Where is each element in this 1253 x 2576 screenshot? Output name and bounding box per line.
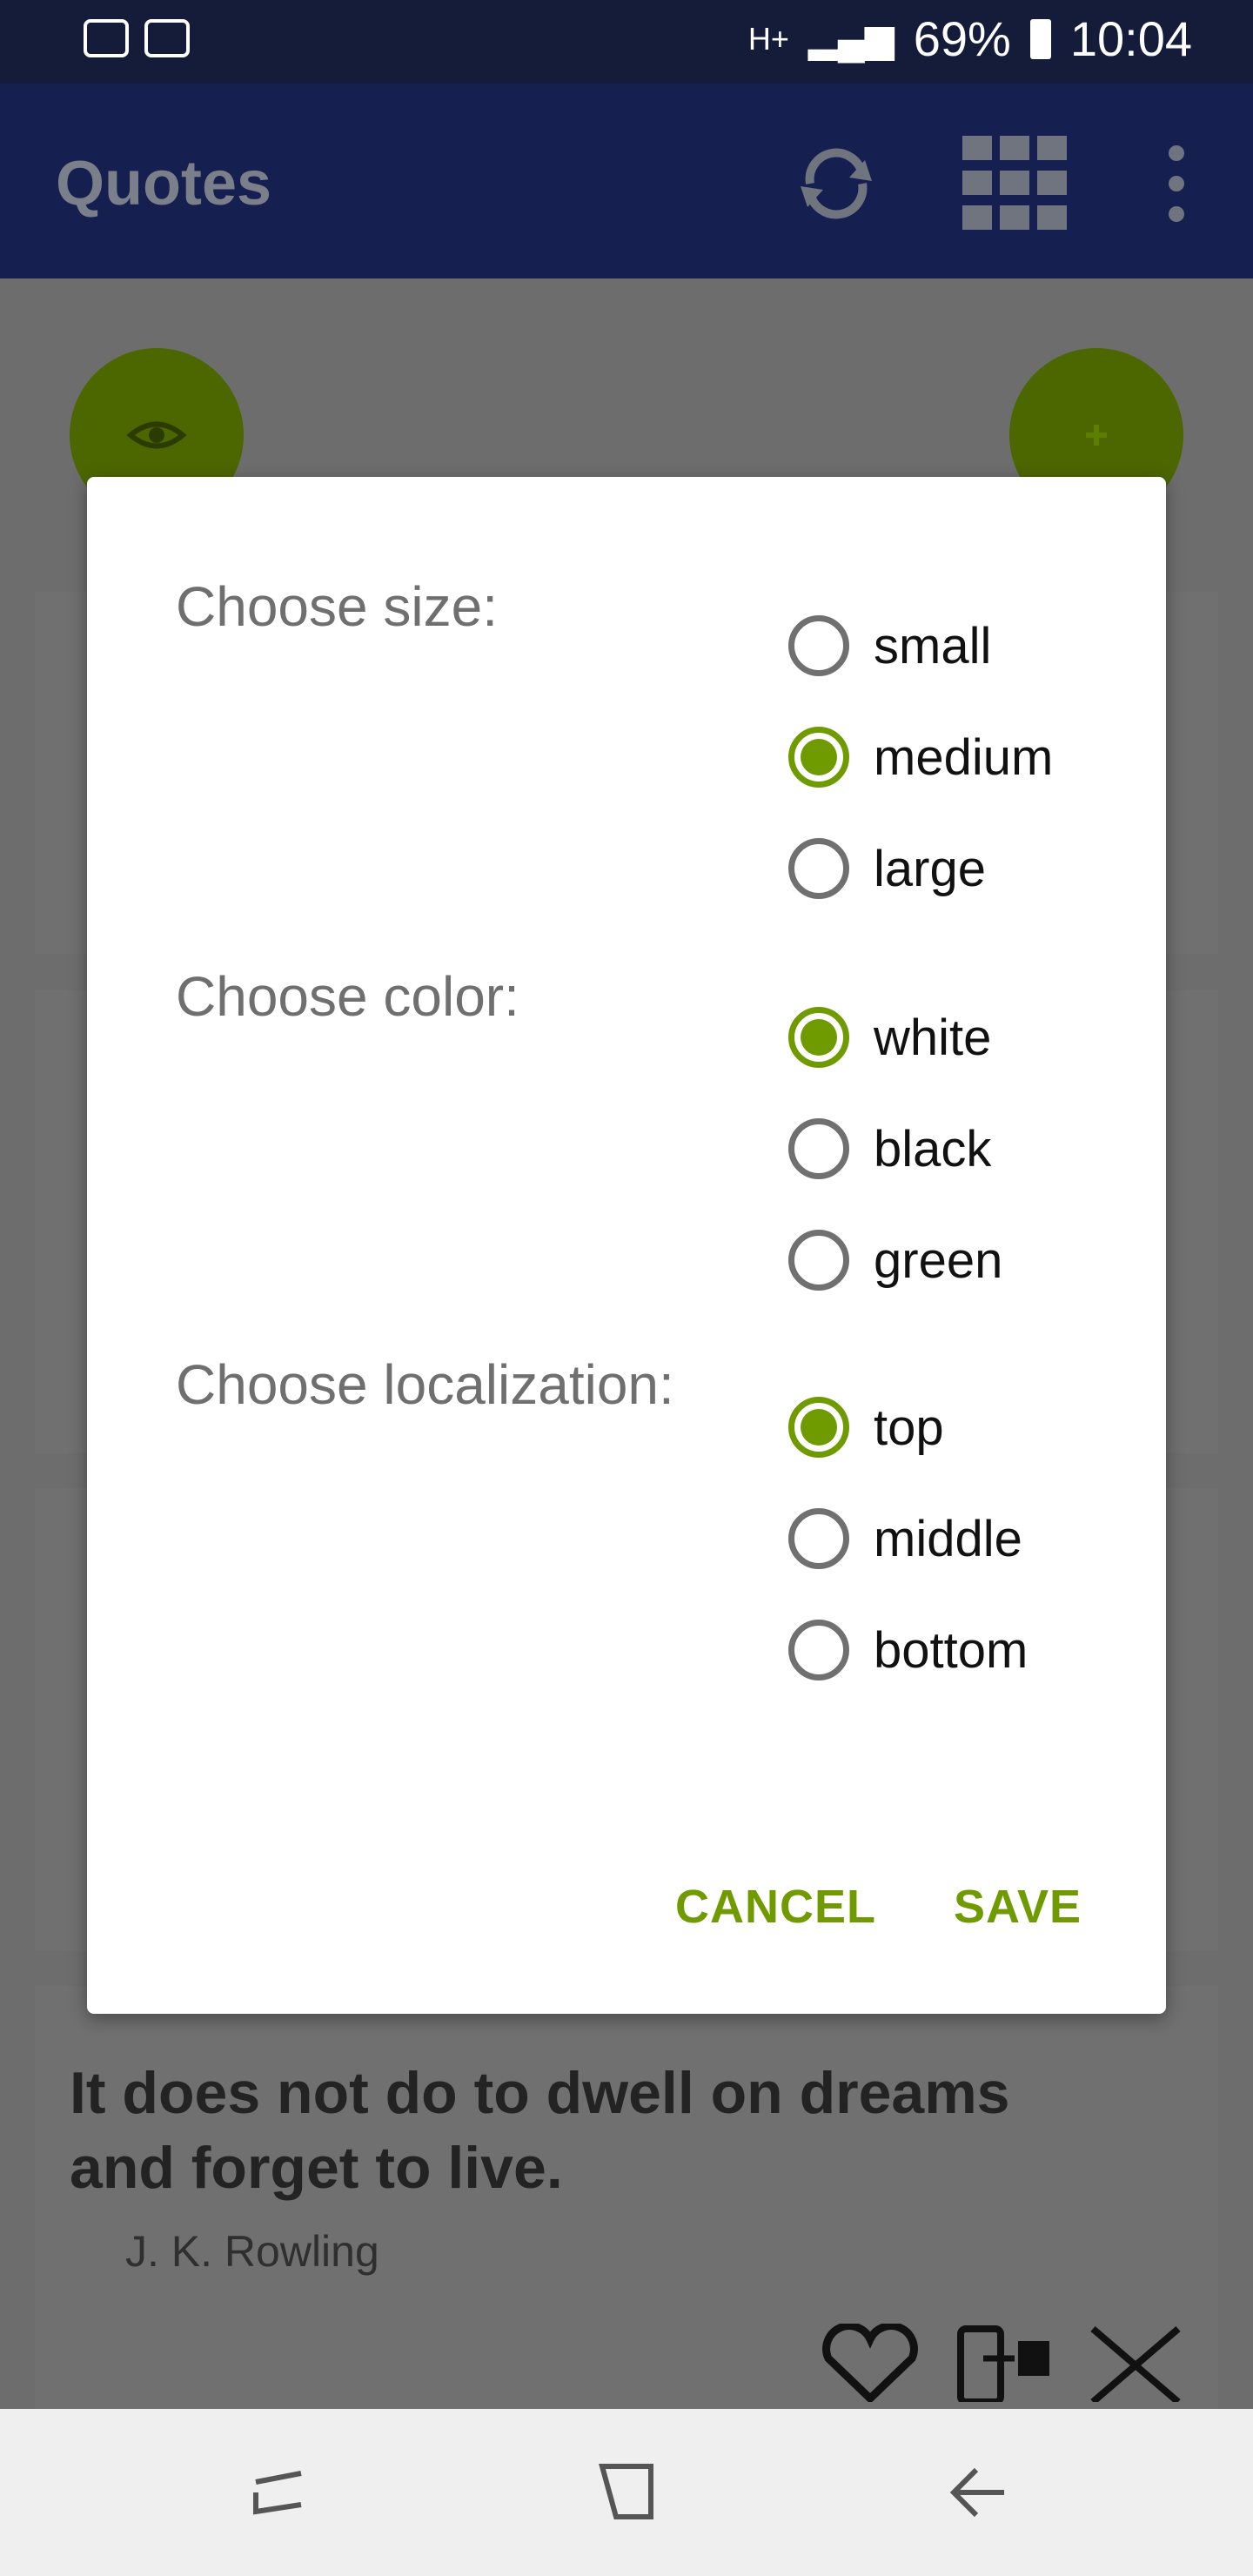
- save-button[interactable]: SAVE: [954, 1880, 1082, 1934]
- radio-button[interactable]: [788, 1620, 849, 1680]
- wifi-notification-icon: [144, 19, 190, 57]
- status-icons-left: [84, 19, 190, 57]
- radio-loc-bottom[interactable]: bottom: [788, 1607, 1028, 1694]
- radio-button[interactable]: [788, 615, 849, 676]
- size-label: Choose size:: [176, 575, 498, 638]
- clock: 10:04: [1069, 11, 1192, 66]
- app-title: Quotes: [56, 149, 272, 218]
- send-to-phone-icon[interactable]: [957, 2324, 1053, 2402]
- overflow-menu-icon[interactable]: [1157, 136, 1196, 231]
- pulse-notification-icon: [84, 19, 129, 57]
- delete-icon[interactable]: [1088, 2324, 1183, 2402]
- radio-button[interactable]: [788, 1508, 849, 1569]
- radio-loc-top[interactable]: top: [788, 1384, 944, 1471]
- radio-button-selected[interactable]: [788, 727, 849, 788]
- radio-color-white[interactable]: white: [788, 994, 991, 1081]
- radio-size-large[interactable]: large: [788, 825, 986, 912]
- radio-label: top: [874, 1399, 944, 1456]
- radio-button-selected[interactable]: [788, 1007, 849, 1068]
- system-nav-bar: [0, 2409, 1253, 2576]
- color-label: Choose color:: [176, 965, 519, 1028]
- radio-label: large: [874, 840, 986, 897]
- back-icon[interactable]: [941, 2458, 1011, 2527]
- battery-icon: [1029, 18, 1051, 59]
- heart-icon[interactable]: [818, 2324, 922, 2402]
- radio-color-green[interactable]: green: [788, 1217, 1002, 1304]
- radio-label: middle: [874, 1510, 1022, 1567]
- radio-size-small[interactable]: small: [788, 602, 991, 689]
- recent-apps-icon[interactable]: [244, 2458, 313, 2527]
- radio-size-medium[interactable]: medium: [788, 714, 1053, 801]
- radio-loc-middle[interactable]: middle: [788, 1495, 1022, 1582]
- radio-button[interactable]: [788, 1230, 849, 1291]
- grid-view-icon[interactable]: [962, 136, 1067, 231]
- quote-text: It does not do to dwell on dreams and fo…: [70, 2060, 1010, 2201]
- quote-actions: [818, 2324, 1183, 2402]
- refresh-icon[interactable]: [788, 136, 884, 231]
- localization-label: Choose localization:: [176, 1353, 674, 1416]
- status-icons-right: H+ ▂▄▆ 69% 10:04: [748, 10, 1192, 67]
- radio-button[interactable]: [788, 838, 849, 899]
- radio-label: black: [874, 1120, 992, 1177]
- radio-label: white: [874, 1009, 992, 1066]
- radio-button[interactable]: [788, 1118, 849, 1179]
- network-type-label: H+: [747, 20, 789, 57]
- cancel-button[interactable]: CANCEL: [675, 1880, 876, 1934]
- battery-percent: 69%: [913, 11, 1011, 66]
- radio-label: small: [874, 617, 992, 674]
- quote-author: J. K. Rowling: [125, 2227, 379, 2276]
- signal-icon: ▂▄▆: [807, 17, 895, 60]
- widget-settings-dialog: Choose size: small medium large Choose c…: [87, 477, 1166, 2014]
- radio-button-selected[interactable]: [788, 1397, 849, 1458]
- radio-label: green: [874, 1231, 1003, 1289]
- home-icon[interactable]: [592, 2458, 661, 2527]
- radio-label: medium: [874, 728, 1054, 786]
- radio-label: bottom: [874, 1621, 1029, 1679]
- app-bar: Quotes: [0, 84, 1253, 278]
- status-bar: H+ ▂▄▆ 69% 10:04: [0, 0, 1253, 84]
- radio-color-black[interactable]: black: [788, 1105, 991, 1192]
